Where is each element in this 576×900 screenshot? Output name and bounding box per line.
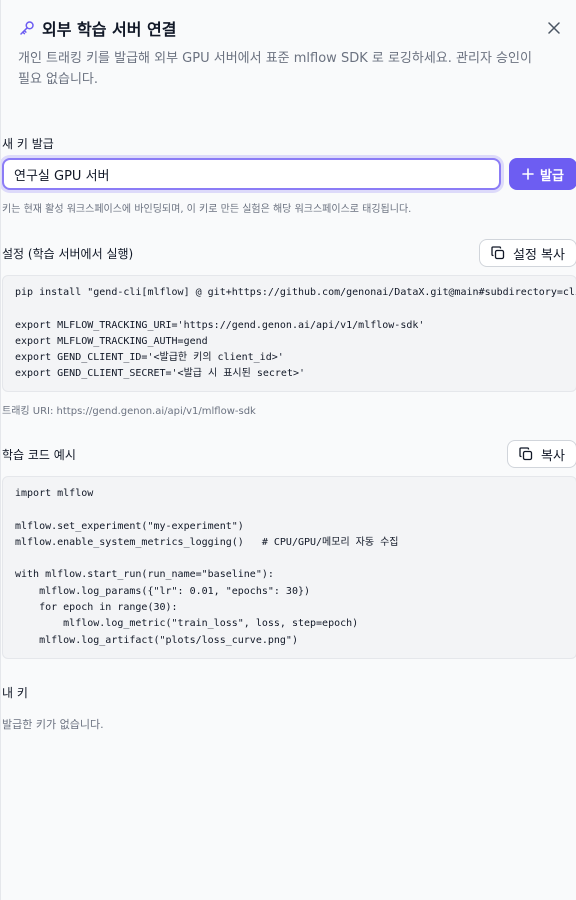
plus-icon bbox=[522, 168, 534, 180]
example-label: 학습 코드 예시 bbox=[2, 448, 76, 462]
example-code: import mlflow mlflow.set_experiment("my-… bbox=[15, 488, 399, 646]
external-training-server-panel: 외부 학습 서버 연결 개인 트래킹 키를 발급해 외부 GPU 서버에서 표준… bbox=[0, 0, 576, 900]
copy-setup-label: 설정 복사 bbox=[513, 247, 565, 263]
copy-icon bbox=[491, 246, 505, 260]
close-icon bbox=[548, 22, 560, 34]
key-binding-hint: 키는 현재 활성 워크스페이스에 바인딩되며, 이 키로 만든 실험은 해당 워… bbox=[2, 204, 412, 215]
panel-description: 개인 트래킹 키를 발급해 외부 GPU 서버에서 표준 mlflow SDK … bbox=[18, 51, 532, 87]
copy-example-button[interactable]: 복사 bbox=[507, 440, 576, 468]
key-icon bbox=[20, 21, 34, 35]
setup-code-block: pip install "gend-cli[mlflow] @ git+http… bbox=[2, 275, 576, 392]
example-code-block: import mlflow mlflow.set_experiment("my-… bbox=[2, 476, 576, 659]
copy-setup-button[interactable]: 설정 복사 bbox=[479, 239, 576, 267]
setup-code: pip install "gend-cli[mlflow] @ git+http… bbox=[15, 287, 576, 380]
copy-icon bbox=[519, 447, 533, 461]
key-name-input[interactable] bbox=[2, 158, 501, 190]
copy-example-label: 복사 bbox=[541, 448, 565, 464]
setup-label: 설정 (학습 서버에서 실행) bbox=[2, 247, 134, 261]
panel-title: 외부 학습 서버 연결 bbox=[42, 20, 177, 39]
panel-header: 외부 학습 서버 연결 개인 트래킹 키를 발급해 외부 GPU 서버에서 표준… bbox=[18, 16, 566, 90]
close-button[interactable] bbox=[542, 16, 566, 40]
title-row: 외부 학습 서버 연결 bbox=[18, 16, 566, 40]
no-keys-message: 발급한 키가 없습니다. bbox=[2, 718, 104, 731]
tracking-uri: 트래킹 URI: https://gend.genon.ai/api/v1/ml… bbox=[2, 406, 256, 417]
new-key-label: 새 키 발급 bbox=[2, 137, 54, 151]
issue-key-button[interactable]: 발급 bbox=[509, 158, 576, 190]
issue-key-label: 발급 bbox=[540, 167, 564, 183]
my-keys-label: 내 키 bbox=[2, 686, 28, 700]
